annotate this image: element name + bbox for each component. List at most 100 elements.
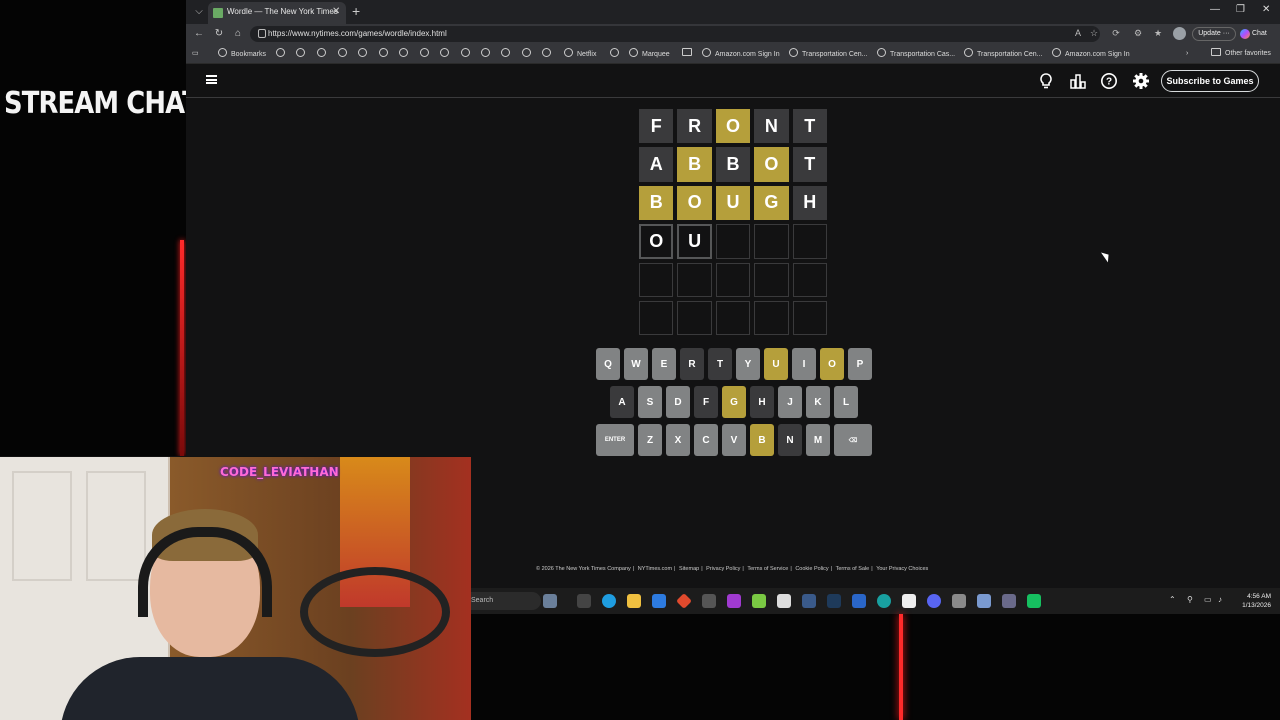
key-v[interactable]: V — [722, 424, 746, 456]
taskbar-clock[interactable]: 4:56 AM 1/13/2026 — [1235, 592, 1271, 610]
bookmark-globe[interactable] — [481, 48, 494, 60]
update-button[interactable]: Update ··· — [1192, 27, 1236, 41]
bookmark-globe[interactable] — [379, 48, 392, 60]
widgets-icon[interactable] — [543, 594, 557, 608]
home-button[interactable]: ⌂ — [231, 27, 245, 41]
key-n[interactable]: N — [778, 424, 802, 456]
bookmark-transportation-2[interactable]: Transportation Cas... — [877, 48, 955, 60]
key-d[interactable]: D — [666, 386, 690, 418]
app-icon[interactable] — [952, 594, 966, 608]
task-view-icon[interactable] — [577, 594, 591, 608]
tab-wordle[interactable]: Wordle — The New York Times ✕ — [208, 2, 346, 24]
close-tab-icon[interactable]: ✕ — [332, 6, 340, 17]
app-icon[interactable] — [877, 594, 891, 608]
settings-app-icon[interactable] — [802, 594, 816, 608]
minimize-button[interactable]: — — [1210, 4, 1220, 15]
favorite-star-icon[interactable]: ☆ — [1088, 27, 1100, 39]
copilot-chat-button[interactable]: Chat — [1238, 27, 1278, 41]
footer-link[interactable]: Cookie Policy — [795, 566, 828, 572]
bookmark-amazon-2[interactable]: Amazon.com Sign In — [1052, 48, 1130, 60]
bookmark-globe[interactable] — [461, 48, 474, 60]
enter-key[interactable]: ENTER — [596, 424, 634, 456]
footer-link[interactable]: Sitemap — [679, 566, 699, 572]
key-e[interactable]: E — [652, 348, 676, 380]
bookmark-globe[interactable] — [420, 48, 433, 60]
bookmark-globe[interactable] — [296, 48, 309, 60]
footer-link[interactable]: Privacy Policy — [706, 566, 740, 572]
key-r[interactable]: R — [680, 348, 704, 380]
url-field[interactable]: https://www.nytimes.com/games/wordle/ind… — [250, 26, 1100, 42]
back-button[interactable]: ← — [192, 27, 206, 41]
footer-link[interactable]: Terms of Service — [747, 566, 788, 572]
file-explorer-icon[interactable] — [627, 594, 641, 608]
bookmark-globe[interactable] — [610, 48, 623, 60]
key-p[interactable]: P — [848, 348, 872, 380]
app-icon[interactable] — [727, 594, 741, 608]
microphone-icon[interactable]: ⚲ — [1187, 595, 1193, 604]
stats-icon[interactable] — [1069, 72, 1087, 90]
hamburger-menu-icon[interactable] — [206, 75, 217, 84]
bookmark-globe[interactable] — [276, 48, 289, 60]
refresh-extension-icon[interactable]: ⟳ — [1110, 27, 1122, 39]
extension-icon[interactable]: ⚙ — [1132, 27, 1144, 39]
key-w[interactable]: W — [624, 348, 648, 380]
bookmark-folder[interactable] — [682, 48, 696, 60]
key-q[interactable]: Q — [596, 348, 620, 380]
key-j[interactable]: J — [778, 386, 802, 418]
refresh-button[interactable]: ↻ — [212, 27, 226, 41]
key-h[interactable]: H — [750, 386, 774, 418]
footer-link[interactable]: NYTimes.com — [638, 566, 672, 572]
taskbar-search[interactable]: Search — [471, 592, 541, 610]
key-m[interactable]: M — [806, 424, 830, 456]
bookmark-globe[interactable] — [522, 48, 535, 60]
bookmark-globe[interactable] — [317, 48, 330, 60]
bookmark-marquee[interactable]: Marquee — [629, 48, 670, 60]
key-g[interactable]: G — [722, 386, 746, 418]
key-z[interactable]: Z — [638, 424, 662, 456]
bookmark-amazon[interactable]: Amazon.com Sign In — [702, 48, 780, 60]
other-favorites[interactable]: Other favorites — [1211, 48, 1271, 60]
app-icon[interactable] — [852, 594, 866, 608]
edge-browser-icon[interactable] — [602, 594, 616, 608]
git-icon[interactable] — [676, 593, 692, 609]
bookmark-transportation-1[interactable]: Transportation Cen... — [789, 48, 868, 60]
bookmark-globe[interactable] — [440, 48, 453, 60]
key-y[interactable]: Y — [736, 348, 760, 380]
notepad-icon[interactable] — [752, 594, 766, 608]
key-c[interactable]: C — [694, 424, 718, 456]
bookmark-globe[interactable] — [542, 48, 555, 60]
app-icon[interactable] — [702, 594, 716, 608]
key-f[interactable]: F — [694, 386, 718, 418]
tab-list-icon[interactable]: ⌵ — [192, 5, 206, 19]
bookmark-globe[interactable] — [399, 48, 412, 60]
close-window-button[interactable]: ✕ — [1262, 4, 1270, 15]
app-icon[interactable] — [1027, 594, 1041, 608]
bookmark-globe[interactable] — [501, 48, 514, 60]
key-s[interactable]: S — [638, 386, 662, 418]
vscode-icon[interactable] — [652, 594, 666, 608]
bookmark-globe[interactable] — [338, 48, 351, 60]
profile-avatar[interactable] — [1173, 27, 1186, 40]
key-u[interactable]: U — [764, 348, 788, 380]
chevron-right-icon[interactable]: › — [1186, 48, 1188, 60]
bookmark-netflix[interactable]: Netflix — [564, 48, 596, 60]
network-icon[interactable]: ▭ — [1204, 595, 1212, 604]
key-b[interactable]: B — [750, 424, 774, 456]
favorites-icon[interactable]: ★ — [1152, 27, 1164, 39]
bookmark-bookmarks[interactable]: Bookmarks — [218, 48, 266, 60]
bookmark-transportation-3[interactable]: Transportation Cen... — [964, 48, 1043, 60]
key-x[interactable]: X — [666, 424, 690, 456]
help-icon[interactable]: ? — [1100, 72, 1118, 90]
new-tab-button[interactable]: + — [352, 3, 360, 19]
settings-gear-icon[interactable] — [1002, 594, 1016, 608]
app-icon[interactable] — [902, 594, 916, 608]
app-icon[interactable] — [777, 594, 791, 608]
key-a[interactable]: A — [610, 386, 634, 418]
backspace-key[interactable]: ⌫ — [834, 424, 872, 456]
bookmark-globe[interactable] — [358, 48, 371, 60]
key-o[interactable]: O — [820, 348, 844, 380]
key-t[interactable]: T — [708, 348, 732, 380]
app-icon[interactable] — [977, 594, 991, 608]
footer-link[interactable]: Your Privacy Choices — [876, 566, 928, 572]
lightbulb-icon[interactable] — [1037, 72, 1055, 90]
